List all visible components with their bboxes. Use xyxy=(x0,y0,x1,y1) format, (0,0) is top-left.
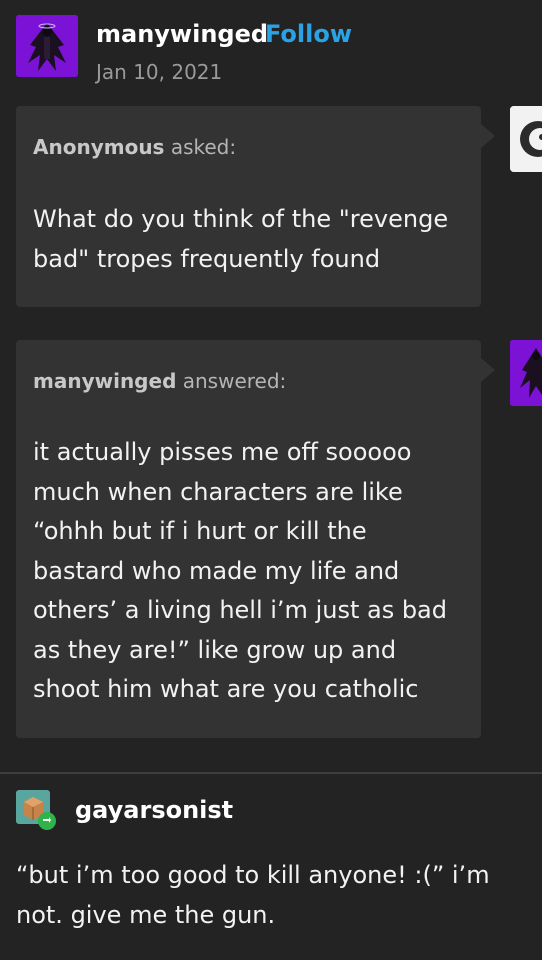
avatar-figure-icon xyxy=(16,15,78,77)
follow-button[interactable]: Follow xyxy=(265,20,352,48)
ask-label: Anonymous asked: xyxy=(33,135,464,159)
answerer-figure-icon xyxy=(510,340,542,406)
answer-text: it actually pisses me off sooooo much wh… xyxy=(33,438,447,703)
answerer-avatar[interactable] xyxy=(510,340,542,406)
answer-label: manywinged answered: xyxy=(33,369,464,393)
reblog-username[interactable]: gayarsonist xyxy=(75,796,233,824)
post-date: Jan 10, 2021 xyxy=(96,60,223,84)
avatar[interactable] xyxy=(16,15,78,77)
box-avatar-icon xyxy=(16,790,56,830)
ask-bubble: Anonymous asked: What do you think of th… xyxy=(16,106,495,307)
asker-name: Anonymous xyxy=(33,135,165,159)
ask-question-text: What do you think of the "revenge bad" t… xyxy=(33,205,449,273)
answer-bubble: manywinged answered: it actually pisses … xyxy=(16,340,495,738)
anonymous-avatar xyxy=(510,106,542,172)
answerer-name[interactable]: manywinged xyxy=(33,369,176,393)
post-username[interactable]: manywinged xyxy=(96,20,268,48)
post-divider xyxy=(0,772,542,774)
reblog-text: “but i’m too good to kill anyone! :(” i’… xyxy=(16,861,490,929)
answered-verb: answered: xyxy=(182,369,287,393)
anonymous-face-icon xyxy=(510,106,542,172)
reblog-avatar[interactable] xyxy=(16,790,56,830)
asked-verb: asked: xyxy=(170,135,237,159)
